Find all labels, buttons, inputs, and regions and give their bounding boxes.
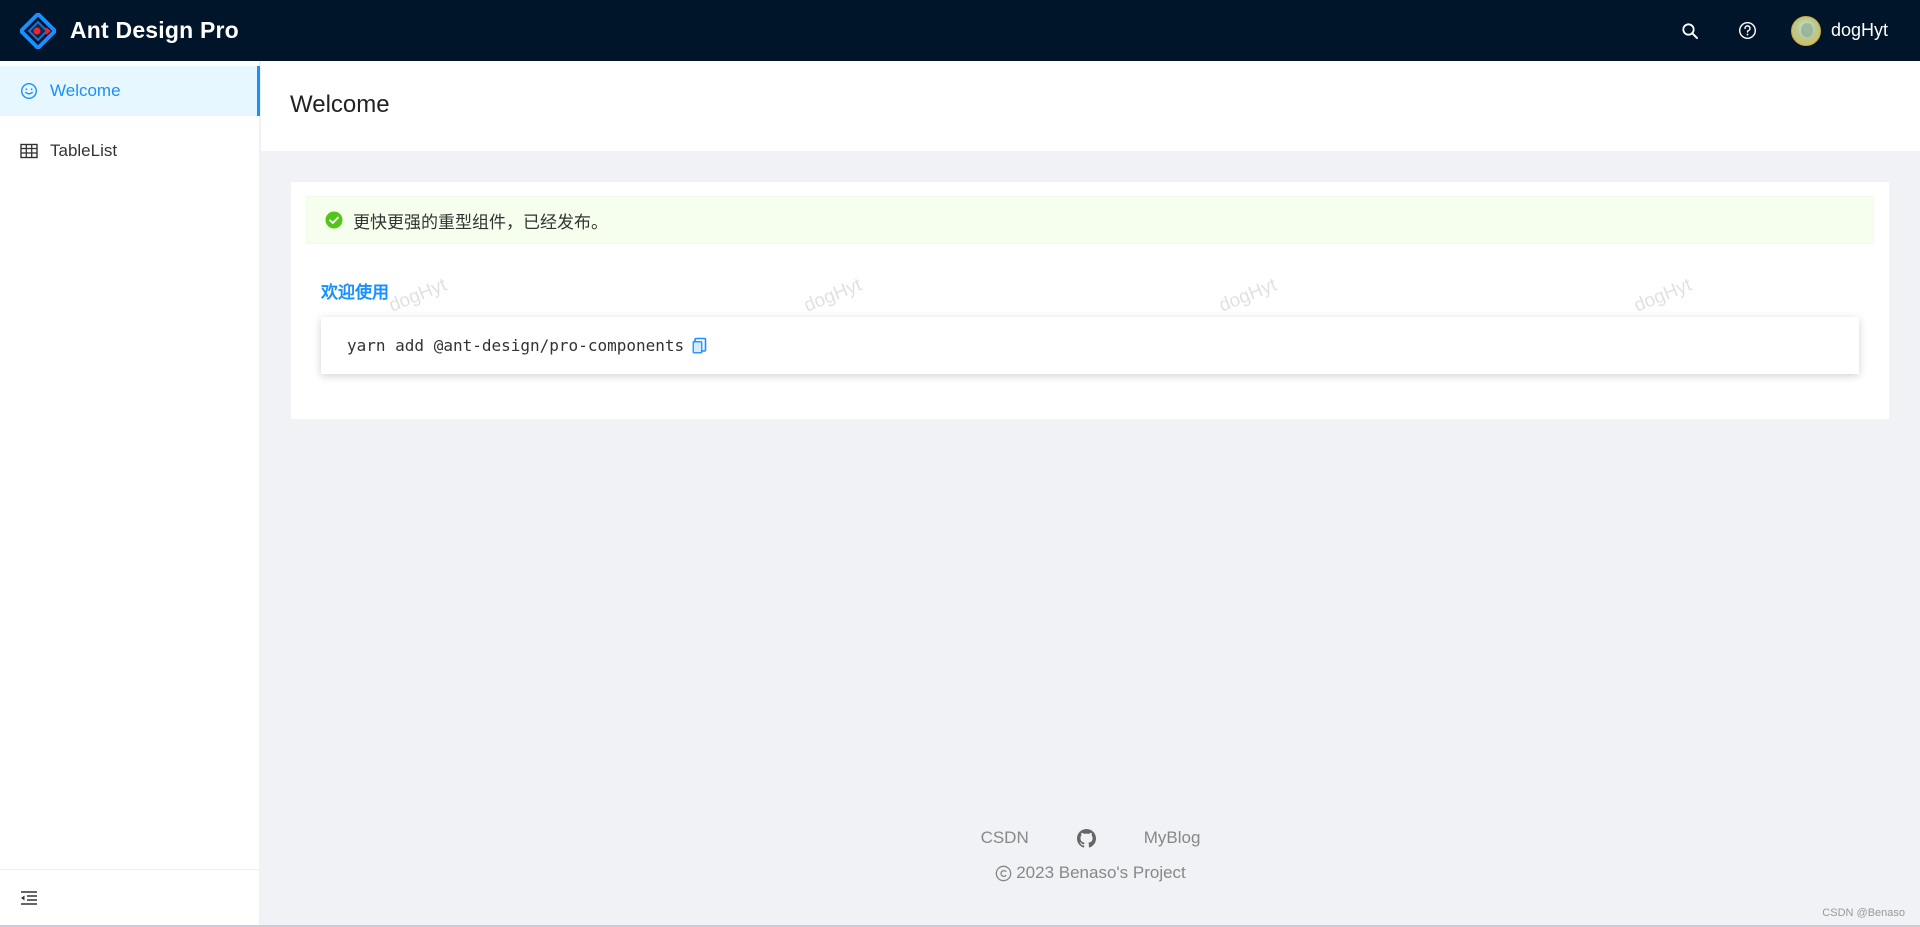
welcome-heading: 欢迎使用 [321, 283, 389, 302]
username: dogHyt [1830, 20, 1888, 40]
code-snippet: yarn add @ant-design/pro-components [321, 317, 1859, 374]
ant-design-logo-icon[interactable] [20, 13, 56, 49]
alert-message: 更快更强的重型组件，已经发布。 [353, 212, 608, 232]
search-icon[interactable] [1661, 0, 1719, 61]
menu-fold-icon[interactable] [20, 890, 38, 906]
header-actions: dogHyt [1661, 0, 1920, 61]
copy-icon[interactable] [690, 337, 708, 355]
sidebar: Welcome TableList [0, 61, 260, 925]
footer-link-myblog[interactable]: MyBlog [1144, 828, 1201, 848]
smile-icon [20, 82, 38, 100]
check-circle-icon [325, 211, 343, 229]
page-title: Welcome [290, 91, 390, 118]
success-alert: 更快更强的重型组件，已经发布。 [306, 196, 1874, 244]
table-icon [20, 142, 38, 160]
code-text: yarn add @ant-design/pro-components [347, 336, 685, 355]
copyright-text: 2023 Benaso's Project [1016, 863, 1186, 882]
sidebar-item-label: TableList [50, 141, 118, 160]
avatar[interactable] [1790, 15, 1821, 46]
top-header: Ant Design Pro dogHyt [0, 0, 1920, 61]
footer-links: CSDN MyBlog [261, 828, 1920, 848]
sidebar-item-label: Welcome [50, 81, 121, 100]
user-menu[interactable]: dogHyt [1777, 0, 1920, 61]
credit-watermark: CSDN @Benaso [1822, 907, 1905, 919]
footer-link-csdn[interactable]: CSDN [981, 828, 1029, 848]
welcome-card: 更快更强的重型组件，已经发布。 欢迎使用 yarn add @ant-desig… [291, 182, 1889, 419]
copyright: 2023 Benaso's Project [261, 863, 1920, 883]
page-header: Welcome [261, 61, 1920, 151]
footer: CSDN MyBlog 2023 Benaso's Project [261, 828, 1920, 883]
sidebar-collapse-button[interactable] [0, 869, 260, 925]
app-title[interactable]: Ant Design Pro [70, 17, 239, 44]
sidebar-item-tablelist[interactable]: TableList [0, 126, 260, 176]
question-circle-icon[interactable] [1719, 0, 1777, 61]
sidebar-item-welcome[interactable]: Welcome [0, 66, 260, 116]
github-icon[interactable] [1076, 828, 1096, 848]
copyright-icon [995, 865, 1012, 881]
